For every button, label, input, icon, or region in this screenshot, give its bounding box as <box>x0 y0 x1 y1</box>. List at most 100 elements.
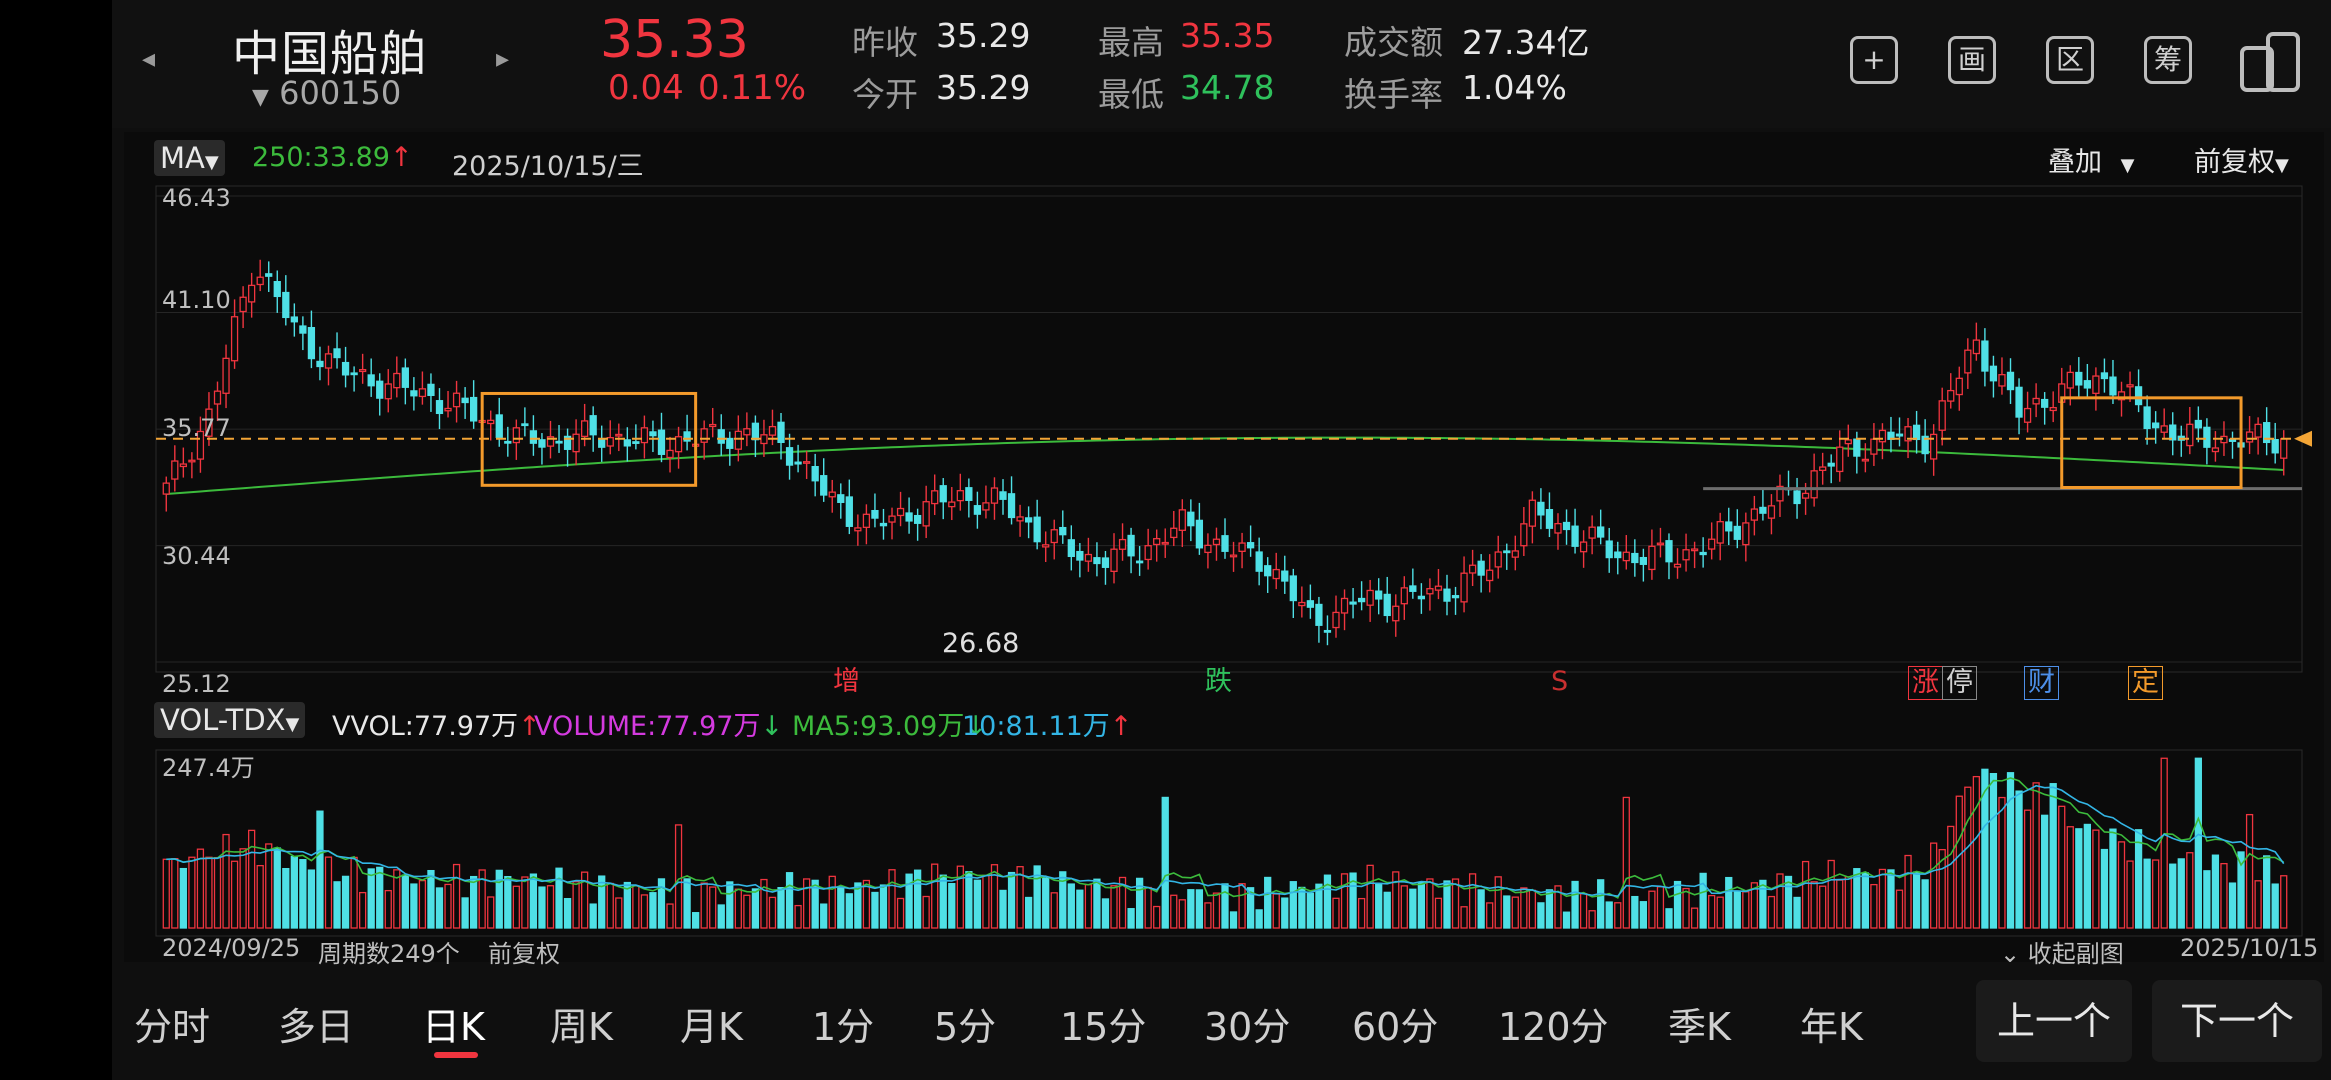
volume-bar <box>410 883 418 929</box>
candle-body <box>162 482 170 495</box>
event-marker-跌[interactable]: 跌 <box>1202 666 1235 698</box>
volume-bar <box>1212 892 1221 929</box>
volume-bar <box>683 878 691 929</box>
tab-日k[interactable]: 日K <box>422 996 485 1051</box>
candle-body <box>1332 611 1340 629</box>
volume-bar <box>871 891 879 929</box>
volume-bar <box>504 875 512 929</box>
candle-body <box>572 433 580 453</box>
volume-bar <box>521 876 529 929</box>
candle-body <box>290 316 298 323</box>
volume-bar <box>2117 841 2126 929</box>
volume-bar <box>1084 884 1093 929</box>
candle-body <box>1076 550 1084 561</box>
volume-bar <box>359 891 367 929</box>
candle-body <box>717 429 725 444</box>
event-marker-涨[interactable]: 涨 <box>1908 666 1943 700</box>
low-label: 最低 <box>1098 75 1164 114</box>
candle-body <box>1468 564 1477 574</box>
tab-15分[interactable]: 15分 <box>1060 996 1146 1051</box>
prev-close-label: 昨收 <box>852 23 918 62</box>
candle-body <box>2075 371 2083 386</box>
candle-body <box>1836 446 1844 473</box>
volume-bar <box>2152 859 2160 929</box>
tab-月k[interactable]: 月K <box>680 996 743 1051</box>
volume-bar <box>862 879 871 929</box>
volume-bar <box>256 864 264 929</box>
volume-bar <box>555 867 563 929</box>
plus-icon[interactable]: + <box>1850 36 1898 84</box>
volume-bar <box>1528 889 1537 929</box>
volume-bar <box>2177 858 2185 929</box>
tab-120分[interactable]: 120分 <box>1498 996 1609 1051</box>
volume-bar <box>982 874 990 929</box>
tab-30分[interactable]: 30分 <box>1204 996 1290 1051</box>
tab-周k[interactable]: 周K <box>550 996 613 1051</box>
region-icon[interactable]: 区 <box>2046 36 2094 84</box>
candle-body <box>1503 550 1511 554</box>
next-stock-button[interactable]: 下一个 <box>2152 980 2322 1062</box>
open-label: 今开 <box>852 75 918 114</box>
candle-body <box>589 415 597 436</box>
candle-body <box>555 440 563 444</box>
volume-bar <box>2254 880 2262 929</box>
volume-bar <box>1289 881 1297 929</box>
dropdown-caret-icon: ▼ <box>252 85 269 110</box>
next-stock-arrow-icon[interactable]: ▸ <box>496 44 509 74</box>
tab-分时[interactable]: 分时 <box>134 996 210 1051</box>
volume-bar <box>632 885 640 929</box>
kline-chart[interactable] <box>124 132 2324 962</box>
volume-bar <box>615 897 623 929</box>
device-switch-icon[interactable] <box>2238 30 2302 98</box>
volume-bar <box>230 860 239 929</box>
tab-年k[interactable]: 年K <box>1800 996 1863 1051</box>
candle-body <box>1195 519 1204 549</box>
high-label: 最高 <box>1098 23 1164 62</box>
candle-body <box>1400 587 1408 605</box>
candle-body <box>427 383 435 397</box>
candle-body <box>1716 521 1724 544</box>
price-change-pct: 0.11% <box>698 68 807 108</box>
collapse-subchart-button[interactable]: ⌄ 收起副图 <box>2000 934 2124 969</box>
candle-body <box>1545 509 1554 529</box>
volume-bar <box>2109 828 2117 929</box>
candle-body <box>1323 629 1332 633</box>
candle-body <box>2211 447 2220 453</box>
volume-bar <box>1127 908 1135 929</box>
volume-bar <box>820 903 828 929</box>
candle-body <box>376 380 384 399</box>
chip-icon[interactable]: 筹 <box>2144 36 2192 84</box>
candle-body <box>2254 423 2262 438</box>
volume-bar <box>282 867 290 929</box>
candle-body <box>1682 549 1690 561</box>
candle-body <box>1981 340 1989 372</box>
event-marker-定[interactable]: 定 <box>2128 666 2163 700</box>
volume-bar <box>1998 796 2006 929</box>
event-marker-s[interactable]: S <box>1548 666 1571 698</box>
candle-body <box>1588 526 1596 539</box>
price-change: 0.04 <box>608 68 684 108</box>
stock-code-dropdown[interactable]: ▼ 600150 <box>252 74 401 112</box>
tab-1分[interactable]: 1分 <box>812 996 874 1051</box>
volume-bar <box>1221 883 1229 929</box>
event-marker-增[interactable]: 增 <box>830 666 863 698</box>
candle-body <box>1170 527 1178 539</box>
prev-stock-button[interactable]: 上一个 <box>1976 980 2132 1062</box>
tab-多日[interactable]: 多日 <box>278 996 354 1051</box>
candle-body <box>640 427 649 444</box>
candle-body <box>452 392 461 408</box>
tab-5分[interactable]: 5分 <box>934 996 996 1051</box>
prev-stock-arrow-icon[interactable]: ◂ <box>142 44 155 74</box>
event-marker-停[interactable]: 停 <box>1942 666 1977 700</box>
candle-body <box>1451 595 1460 599</box>
volume-bar <box>939 874 947 929</box>
volume-bar <box>452 863 461 929</box>
event-marker-财[interactable]: 财 <box>2024 666 2059 700</box>
draw-icon[interactable]: 画 <box>1948 36 1996 84</box>
volume-bar <box>427 869 435 929</box>
volume-bar <box>265 843 273 929</box>
tab-季k[interactable]: 季K <box>1668 996 1731 1051</box>
volume-bar <box>1340 873 1349 929</box>
tab-60分[interactable]: 60分 <box>1352 996 1438 1051</box>
active-tab-indicator <box>434 1052 478 1058</box>
